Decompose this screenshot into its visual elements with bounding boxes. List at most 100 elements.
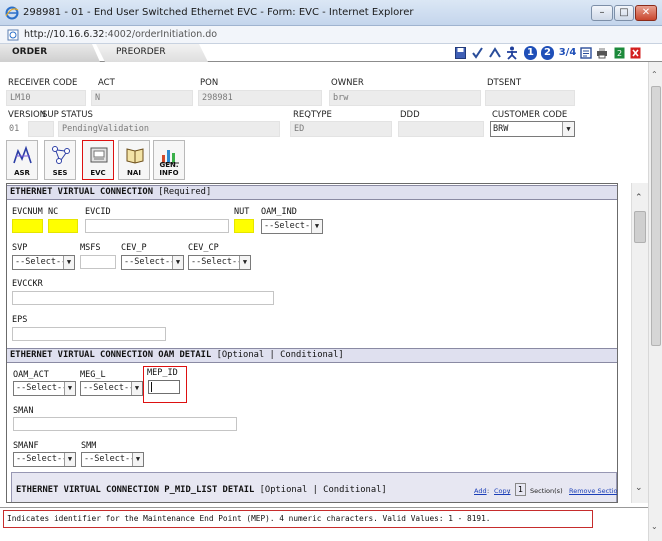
mep-id-label: MEP_ID (147, 368, 178, 378)
evcnum-label: EVCNUM (12, 207, 43, 217)
smm-label: SMM (81, 441, 97, 451)
customer-code-select[interactable]: BRW ▼ (490, 121, 575, 137)
svp-select[interactable]: --Select-- ▼ (12, 255, 75, 270)
asr-form-button[interactable]: ASR (6, 140, 38, 180)
cev-p-select[interactable]: --Select-- ▼ (121, 255, 184, 270)
add-link[interactable]: Add (474, 487, 487, 495)
maximize-button[interactable]: □ (614, 5, 634, 21)
nai-form-button[interactable]: NAI (118, 140, 150, 180)
title-bar: 298981 - 01 - End User Switched Ethernet… (0, 0, 662, 26)
pon-label: PON (200, 78, 219, 88)
excel-export-icon[interactable]: 2 (614, 47, 625, 59)
pmid-section-title: ETHERNET VIRTUAL CONNECTION P_MID_LIST D… (16, 485, 387, 495)
chevron-down-icon: ▼ (311, 220, 322, 233)
oam-act-select[interactable]: --Select-- ▼ (13, 381, 76, 396)
nut-input[interactable] (234, 219, 254, 233)
address-bar[interactable]: http://10.16.6.32:4002/orderInitiation.d… (0, 26, 662, 44)
validate-icon[interactable] (489, 47, 501, 59)
meg-l-select[interactable]: --Select-- ▼ (80, 381, 143, 396)
remove-section-link[interactable]: Remove Section (569, 487, 617, 495)
evc-form-button[interactable]: EVC (82, 140, 114, 180)
owner-label: OWNER (331, 78, 364, 88)
document-icon[interactable] (580, 47, 592, 59)
ses-label: SES (52, 169, 68, 177)
evcnum-input[interactable] (12, 219, 43, 233)
eps-label: EPS (12, 315, 28, 325)
page-scroll-up-icon[interactable]: ⌃ (651, 70, 658, 79)
help-bar: Indicates identifier for the Maintenance… (0, 507, 648, 529)
text-cursor (151, 382, 152, 392)
evcckr-label: EVCCKR (12, 279, 43, 289)
evc-section-header: ETHERNET VIRTUAL CONNECTION [Required] (7, 185, 617, 200)
reqtype-field: ED (290, 121, 392, 137)
dtsent-label: DTSENT (487, 78, 522, 88)
page-scrollbar[interactable]: ⌃ ⌄ (648, 62, 662, 541)
close-form-icon[interactable] (630, 47, 641, 59)
cev-p-label: CEV_P (121, 243, 147, 253)
nc-input[interactable] (48, 219, 78, 233)
svp-label: SVP (12, 243, 28, 253)
close-button[interactable]: ✕ (635, 5, 657, 21)
evcid-input[interactable] (85, 219, 229, 233)
ddd-field (398, 121, 484, 137)
nut-label: NUT (234, 207, 250, 217)
oam-ind-select[interactable]: --Select-- ▼ (261, 219, 323, 234)
page-scroll-down-icon[interactable]: ⌄ (651, 522, 658, 531)
sup-label: SUP (42, 110, 59, 120)
evc-form-panel: ETHERNET VIRTUAL CONNECTION [Required] E… (6, 183, 618, 503)
gen-info-form-button[interactable]: GEN. INFO (153, 140, 185, 180)
mep-id-input[interactable] (148, 380, 180, 394)
save-icon[interactable] (455, 47, 466, 59)
user-run-icon[interactable] (505, 46, 519, 60)
oam-ind-label: OAM_IND (261, 207, 297, 217)
oam-section-header: ETHERNET VIRTUAL CONNECTION OAM DETAIL [… (7, 348, 617, 363)
toolbar-3-4-button[interactable]: 3/4 (558, 46, 577, 60)
url-text[interactable]: http://10.16.6.32:4002/orderInitiation.d… (24, 29, 217, 40)
cev-cp-select[interactable]: --Select-- ▼ (188, 255, 251, 270)
evcckr-input[interactable] (12, 291, 274, 305)
ses-form-button[interactable]: SES (44, 140, 76, 180)
field-help-text: Indicates identifier for the Maintenance… (3, 510, 593, 528)
device-icon (90, 147, 108, 163)
tab-preorder[interactable]: PREORDER (96, 44, 208, 62)
dtsent-field (485, 90, 575, 106)
asr-label: ASR (14, 169, 30, 177)
pon-field: 298981 (198, 90, 322, 106)
chevron-down-icon: ▼ (131, 382, 142, 395)
window-title: 298981 - 01 - End User Switched Ethernet… (23, 7, 414, 18)
smanf-select[interactable]: --Select-- ▼ (13, 452, 76, 467)
scroll-up-icon[interactable]: ⌃ (635, 193, 643, 203)
form-scrollbar[interactable]: ⌃ ⌄ (631, 183, 648, 503)
tab-order[interactable]: ORDER (0, 44, 100, 62)
asr-icon (13, 145, 32, 164)
eps-input[interactable] (12, 327, 166, 341)
chevron-down-icon: ▼ (132, 453, 143, 466)
status-label: STATUS (61, 110, 93, 120)
evc-label: EVC (90, 169, 106, 177)
toolbar-1-button[interactable]: 1 (524, 46, 537, 60)
act-field: N (91, 90, 193, 106)
chevron-down-icon: ▼ (64, 382, 75, 395)
customer-code-label: CUSTOMER CODE (492, 110, 568, 120)
msfs-label: MSFS (80, 243, 101, 253)
chevron-down-icon: ▼ (239, 256, 250, 269)
scroll-down-icon[interactable]: ⌄ (635, 483, 643, 493)
print-icon[interactable] (596, 47, 608, 59)
sman-input[interactable] (13, 417, 237, 431)
sections-label: Section(s) (530, 487, 563, 495)
msfs-input[interactable] (80, 255, 116, 269)
book-icon (126, 148, 144, 164)
minimize-button[interactable]: – (591, 5, 613, 21)
checkmark-icon[interactable] (472, 47, 483, 59)
version-value: 01 (9, 124, 20, 134)
page-scrollbar-thumb[interactable] (651, 86, 661, 346)
scrollbar-thumb[interactable] (634, 211, 646, 243)
smm-select[interactable]: --Select-- ▼ (81, 452, 144, 467)
network-nodes-icon (52, 146, 70, 164)
section-count-input[interactable]: 1 (515, 483, 526, 496)
evcid-label: EVCID (85, 207, 111, 217)
toolbar-2-button[interactable]: 2 (541, 46, 554, 60)
smanf-label: SMANF (13, 441, 39, 451)
nai-label: NAI (127, 169, 141, 177)
chevron-down-icon: ▼ (64, 453, 75, 466)
